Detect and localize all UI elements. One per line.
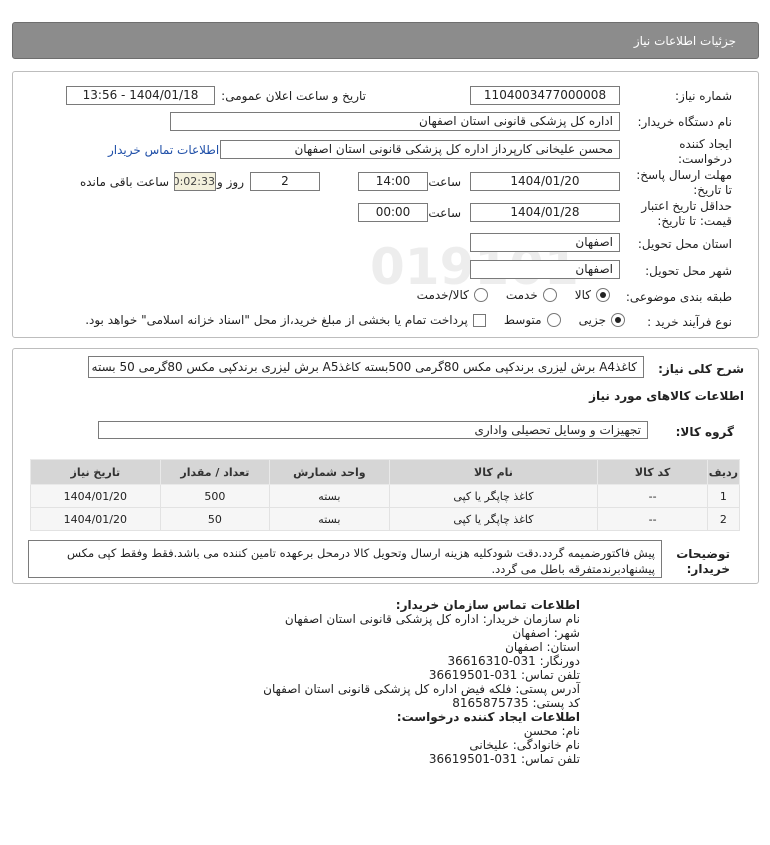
delivery-city-label: شهر محل تحویل: <box>645 264 732 278</box>
radio-icon[interactable] <box>542 288 557 302</box>
checkbox[interactable] <box>472 313 486 327</box>
category-option-goods[interactable]: کالا <box>575 288 610 302</box>
col-code: کد کالا <box>597 459 708 485</box>
col-unit: واحد شمارش <box>269 459 390 485</box>
cell-row: 1 <box>706 484 741 508</box>
purchase-process-label: نوع فرآیند خرید : <box>647 315 732 329</box>
announce-field: 1404/01/18 - 13:56 <box>66 86 215 105</box>
cell-date: 1404/01/20 <box>30 507 161 531</box>
table-row: 1 -- کاغذ چاپگر یا کپی بسته 500 1404/01/… <box>30 484 741 508</box>
creator-field: محسن علیخانی کارپرداز اداره کل پزشکی قان… <box>220 140 620 159</box>
col-row: ردیف <box>706 459 741 485</box>
remaining-time-field: 00:02:33 <box>174 172 216 191</box>
reply-date-field: 1404/01/20 <box>470 172 620 191</box>
price-validity-time-label: ساعت <box>428 206 461 220</box>
remaining-days-field: 2 <box>250 172 320 191</box>
summary-field: کاغذA4 برش لیزری برندکپی مکس 80گرمی 500ب… <box>88 356 644 378</box>
delivery-city-field: اصفهان <box>470 260 620 279</box>
buyer-fax-info: دورنگار: 031-36616310 <box>447 654 580 668</box>
cell-name: کاغذ چاپگر یا کپی <box>388 484 599 508</box>
reply-time-field: 14:00 <box>358 172 428 191</box>
goods-group-field: تجهیزات و وسایل تحصیلی واداری <box>98 421 648 439</box>
table-row: 2 -- کاغذ چاپگر یا کپی بسته 50 1404/01/2… <box>30 507 741 531</box>
creator-family-info: نام خانوادگی: علیخانی <box>469 738 580 752</box>
category-label: طبقه بندی موضوعی: <box>625 290 732 304</box>
price-validity-label-1: حداقل تاریخ اعتبار <box>641 199 732 213</box>
table-header-row: ردیف کد کالا نام کالا واحد شمارش تعداد /… <box>30 459 741 485</box>
cell-name: کاغذ چاپگر یا کپی <box>388 507 599 531</box>
cell-qty: 500 <box>159 484 271 508</box>
buyer-notes-field: پیش فاکتورضمیمه گردد.دقت شودکلیه هزینه ا… <box>28 540 662 578</box>
goods-section-title: اطلاعات کالاهای مورد نیاز <box>589 389 744 403</box>
creator-label-1: ایجاد کننده <box>679 137 732 151</box>
reply-time-label: ساعت <box>428 175 461 189</box>
remaining-time-label: ساعت باقی مانده <box>79 175 169 189</box>
col-qty: تعداد / مقدار <box>159 459 271 485</box>
page-title: جزئیات اطلاعات نیاز <box>633 34 736 48</box>
process-option-medium[interactable]: متوسط <box>504 313 561 327</box>
buyer-phone-info: تلفن تماس: 031-36619501 <box>428 668 580 682</box>
buyer-contact-link[interactable]: اطلاعات تماس خریدار <box>108 143 219 157</box>
creator-label-2: درخواست: <box>678 152 732 166</box>
category-option-goods-service[interactable]: کالا/خدمت <box>417 288 488 302</box>
remaining-days-label: روز و <box>217 175 244 189</box>
category-radio-group: کالا خدمت کالا/خدمت <box>417 288 610 302</box>
need-number-field: 1104003477000008 <box>470 86 620 105</box>
process-option-minor[interactable]: جزیی <box>579 313 625 327</box>
cell-unit: بسته <box>269 484 390 508</box>
buyer-org-info: نام سازمان خریدار: اداره کل پزشکی قانونی… <box>284 612 580 626</box>
buyer-notes-label-1: توضیحات <box>676 547 730 561</box>
purchase-process-radio-group: جزیی متوسط پرداخت تمام یا بخشی از مبلغ خ… <box>85 313 625 327</box>
cell-date: 1404/01/20 <box>30 484 161 508</box>
page-header: جزئیات اطلاعات نیاز <box>12 22 759 59</box>
col-name: نام کالا <box>388 459 599 485</box>
cell-row: 2 <box>706 507 741 531</box>
cell-unit: بسته <box>269 507 390 531</box>
cell-qty: 50 <box>159 507 271 531</box>
category-option-service[interactable]: خدمت <box>506 288 557 302</box>
reply-deadline-label-2: تا تاریخ: <box>693 183 732 197</box>
creator-phone-info: تلفن تماس: 031-36619501 <box>428 752 580 766</box>
announce-label: تاریخ و ساعت اعلان عمومی: <box>221 89 366 103</box>
buyer-postal-info: کد پستی: 8165875735 <box>452 696 580 710</box>
delivery-province-label: استان محل تحویل: <box>637 237 732 251</box>
creator-name-info: نام: محسن <box>523 724 580 738</box>
radio-icon[interactable] <box>546 313 561 327</box>
summary-label: شرح کلی نیاز: <box>658 362 744 376</box>
creator-contact-title: اطلاعات ایجاد کننده درخواست: <box>396 710 580 724</box>
price-validity-label-2: قیمت: تا تاریخ: <box>657 214 732 228</box>
delivery-province-field: اصفهان <box>470 233 620 252</box>
buyer-org-field: اداره کل پزشکی قانونی استان اصفهان <box>170 112 620 131</box>
need-number-label: شماره نیاز: <box>675 89 732 103</box>
radio-icon[interactable] <box>596 288 610 302</box>
buyer-org-label: نام دستگاه خریدار: <box>637 115 733 129</box>
price-validity-date-field: 1404/01/28 <box>470 203 620 222</box>
buyer-province-info: استان: اصفهان <box>505 640 580 654</box>
col-date: تاریخ نیاز <box>30 459 161 485</box>
items-table: ردیف کد کالا نام کالا واحد شمارش تعداد /… <box>30 459 741 531</box>
goods-group-label: گروه کالا: <box>675 425 734 439</box>
buyer-city-info: شهر: اصفهان <box>512 626 580 640</box>
radio-icon[interactable] <box>611 313 625 327</box>
reply-deadline-label-1: مهلت ارسال پاسخ: <box>636 168 732 182</box>
radio-icon[interactable] <box>473 288 488 302</box>
price-validity-time-field: 00:00 <box>358 203 428 222</box>
buyer-notes-label-2: خریدار: <box>686 562 730 576</box>
cell-code: -- <box>597 507 708 531</box>
buyer-contact-title: اطلاعات تماس سازمان خریدار: <box>395 598 580 612</box>
buyer-address-info: آدرس پستی: فلکه فیض اداره کل پزشکی قانون… <box>263 682 580 696</box>
treasury-option[interactable]: پرداخت تمام یا بخشی از مبلغ خرید،از محل … <box>85 313 486 327</box>
cell-code: -- <box>597 484 708 508</box>
